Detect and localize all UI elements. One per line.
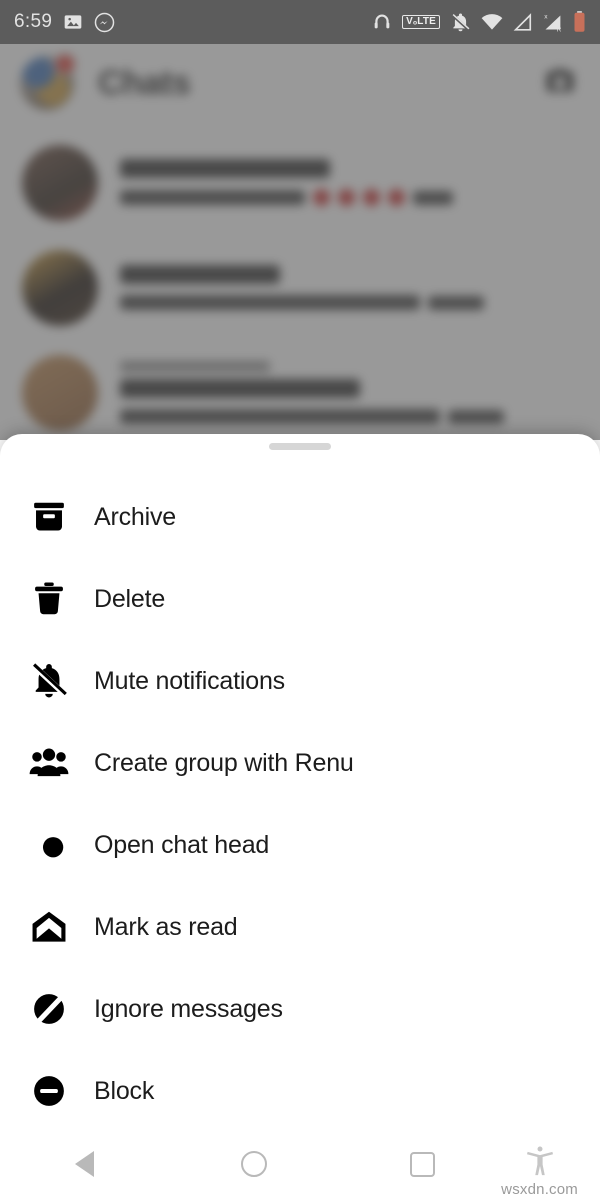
android-nav-bar: wsxdn.com: [0, 1128, 600, 1200]
status-bar-left: 6:59: [14, 11, 115, 33]
menu-item-label: Open chat head: [94, 830, 270, 859]
menu-item-label: Create group with Renu: [94, 748, 354, 777]
headset-icon: [372, 12, 392, 32]
status-bar-right: VₒLTE x R: [372, 11, 586, 33]
menu-item-delete[interactable]: Delete: [0, 558, 600, 640]
home-icon: [240, 1151, 267, 1177]
accessibility-icon: [526, 1146, 553, 1176]
archive-icon: [26, 498, 72, 536]
drag-handle[interactable]: [269, 443, 331, 450]
chat-actions-bottom-sheet: Archive Delete Mute notifications Create…: [0, 434, 600, 1134]
scrim-overlay[interactable]: [0, 0, 600, 440]
minus-circle-icon: [26, 1072, 72, 1110]
messenger-icon: [94, 12, 115, 33]
circle-slash-icon: [26, 990, 72, 1028]
menu-item-open-chat-head[interactable]: Open chat head: [0, 804, 600, 886]
open-envelope-icon: [26, 908, 72, 946]
watermark: wsxdn.com: [501, 1181, 578, 1198]
menu-item-label: Ignore messages: [94, 994, 283, 1023]
notifications-muted-icon: [450, 12, 471, 33]
menu-item-block[interactable]: Block: [0, 1050, 600, 1132]
menu-item-mark-as-read[interactable]: Mark as read: [0, 886, 600, 968]
home-button[interactable]: [169, 1128, 338, 1200]
menu-item-label: Mute notifications: [94, 666, 285, 695]
accessibility-button[interactable]: [525, 1144, 555, 1183]
status-time: 6:59: [14, 11, 53, 32]
menu-item-label: Mark as read: [94, 912, 238, 941]
menu-item-label: Delete: [94, 584, 166, 613]
menu-item-create-group[interactable]: Create group with Renu: [0, 722, 600, 804]
back-icon: [75, 1151, 94, 1177]
svg-text:R: R: [557, 26, 562, 33]
menu-item-mute-notifications[interactable]: Mute notifications: [0, 640, 600, 722]
trash-icon: [26, 580, 72, 618]
recents-button[interactable]: [338, 1128, 507, 1200]
screenshot-icon: [63, 12, 83, 32]
menu-item-ignore-messages[interactable]: Ignore messages: [0, 968, 600, 1050]
bell-muted-icon: [26, 662, 72, 700]
volte-badge: VₒLTE: [402, 14, 440, 30]
signal-roaming-icon: x R: [542, 12, 563, 33]
menu-item-archive[interactable]: Archive: [0, 476, 600, 558]
people-group-icon: [26, 744, 72, 782]
battery-icon: [573, 11, 586, 33]
recents-icon: [410, 1151, 436, 1177]
menu-item-label: Archive: [94, 502, 176, 531]
accessibility-area: wsxdn.com: [501, 1144, 578, 1198]
action-menu: Archive Delete Mute notifications Create…: [0, 476, 600, 1132]
svg-text:x: x: [544, 13, 548, 20]
back-button[interactable]: [0, 1128, 169, 1200]
signal-no-sim-icon: [513, 12, 532, 32]
status-bar: 6:59 VₒLTE x R: [0, 0, 600, 44]
chat-head-icon: [26, 826, 72, 864]
menu-item-label: Block: [94, 1076, 155, 1105]
wifi-icon: [481, 12, 503, 32]
